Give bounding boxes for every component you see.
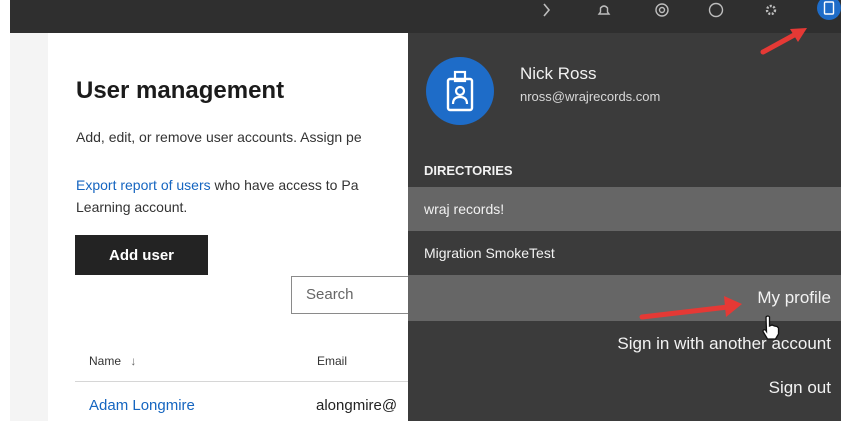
target-icon[interactable] bbox=[653, 2, 671, 20]
export-report-link[interactable]: Export report of users bbox=[76, 177, 211, 193]
app-window: User management Add, edit, or remove use… bbox=[0, 0, 841, 421]
help-icon[interactable] bbox=[707, 2, 725, 20]
table-row-email: alongmire@ bbox=[316, 397, 398, 414]
my-profile-link[interactable]: My profile bbox=[408, 275, 841, 321]
page-description: Add, edit, or remove user accounts. Assi… bbox=[76, 129, 362, 145]
top-bar bbox=[10, 0, 841, 33]
gear-icon[interactable] bbox=[762, 2, 780, 20]
directory-item-wraj-records[interactable]: wraj records! bbox=[408, 187, 841, 231]
profile-avatar bbox=[426, 57, 494, 125]
left-nav-strip bbox=[10, 33, 48, 421]
page-title: User management bbox=[76, 77, 285, 104]
sign-in-another-account-link[interactable]: Sign in with another account bbox=[408, 321, 841, 367]
main-content: User management Add, edit, or remove use… bbox=[48, 33, 421, 421]
table-row-name-link[interactable]: Adam Longmire bbox=[89, 397, 195, 414]
bell-icon[interactable] bbox=[595, 2, 613, 20]
sort-down-icon: ↓ bbox=[130, 354, 137, 368]
account-flyout: Nick Ross nross@wrajrecords.com DIRECTOR… bbox=[408, 33, 841, 421]
directory-item-migration-smoketest[interactable]: Migration SmokeTest bbox=[408, 231, 841, 275]
search-placeholder: Search bbox=[306, 286, 354, 303]
directories-heading: DIRECTORIES bbox=[424, 163, 513, 178]
profile-name: Nick Ross bbox=[520, 64, 597, 83]
export-text-line2: Learning account. bbox=[76, 199, 188, 215]
sign-out-link[interactable]: Sign out bbox=[408, 365, 841, 411]
column-header-email[interactable]: Email bbox=[317, 354, 347, 368]
column-header-name[interactable]: Name ↓ bbox=[89, 354, 136, 368]
table-header-divider bbox=[75, 381, 408, 382]
column-header-name-label: Name bbox=[89, 354, 122, 368]
search-input[interactable]: Search bbox=[291, 276, 421, 314]
account-button[interactable] bbox=[816, 0, 841, 22]
export-text: who have access to Pa bbox=[210, 177, 359, 193]
chevron-icon[interactable] bbox=[537, 2, 555, 20]
account-icon bbox=[817, 0, 841, 20]
add-user-button[interactable]: Add user bbox=[75, 235, 208, 275]
profile-email: nross@wrajrecords.com bbox=[520, 89, 661, 104]
export-line: Export report of users who have access t… bbox=[76, 177, 359, 193]
id-badge-icon bbox=[446, 70, 474, 112]
